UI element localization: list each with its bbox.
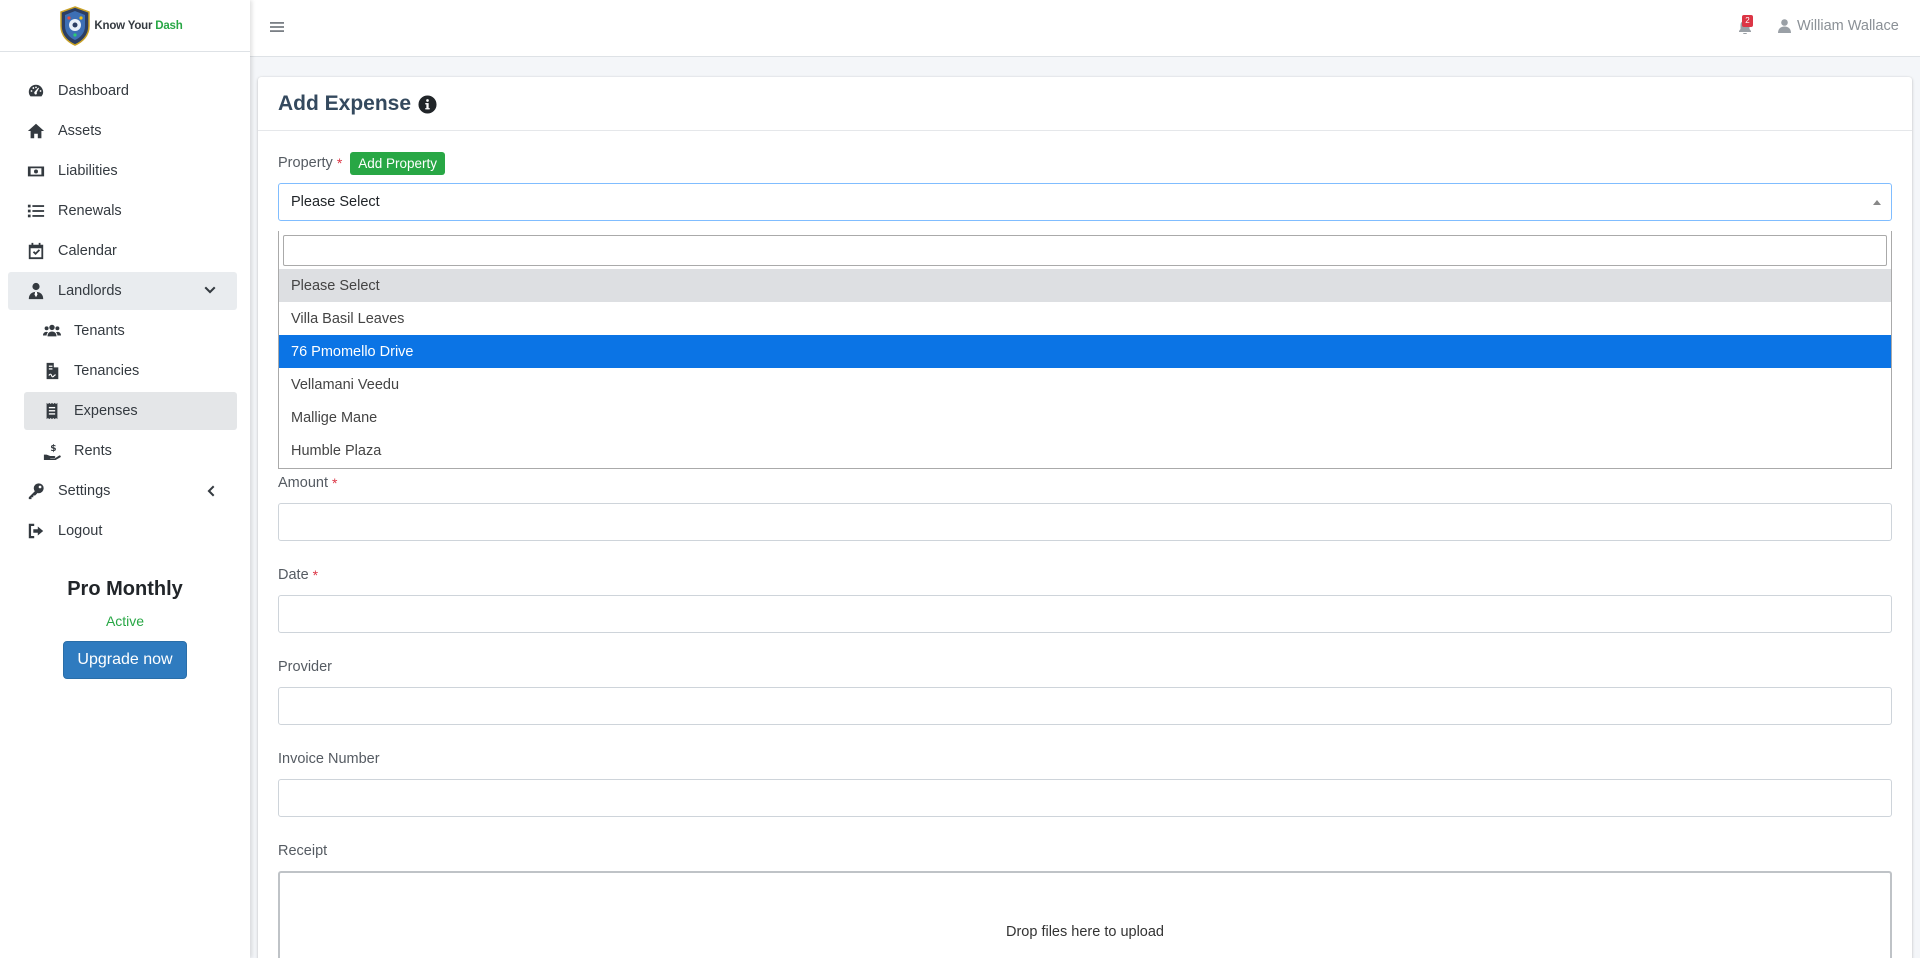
sidebar-item-label: Calendar	[58, 243, 117, 259]
amount-label: Amount	[278, 475, 328, 491]
notification-badge: 2	[1742, 15, 1753, 27]
date-label: Date	[278, 567, 309, 583]
sidebar-item-liabilities[interactable]: Liabilities	[8, 152, 237, 190]
required-mark: *	[336, 155, 343, 171]
sidebar-item-label: Liabilities	[58, 163, 118, 179]
user-name: William Wallace	[1797, 18, 1899, 34]
amount-group: Amount *	[278, 471, 1892, 541]
sidebar-item-rents[interactable]: $ Rents	[24, 432, 237, 470]
shield-logo-icon	[59, 5, 91, 46]
date-input[interactable]	[278, 595, 1892, 633]
svg-text:$: $	[50, 444, 56, 454]
money-bill-icon	[26, 161, 46, 181]
dropzone-text: Drop files here to upload	[1006, 924, 1164, 940]
sidebar-item-calendar[interactable]: Calendar	[8, 232, 237, 270]
dropdown-option[interactable]: Please Select	[279, 269, 1891, 302]
invoice-number-label: Invoice Number	[278, 751, 380, 767]
dropdown-search-input[interactable]	[283, 235, 1887, 266]
expense-form: Property * Add Property Please Select Am…	[258, 131, 1912, 958]
user-icon	[1778, 19, 1791, 33]
property-selected-value: Please Select	[291, 194, 380, 210]
hamburger-menu-icon[interactable]	[270, 20, 284, 34]
hand-holding-dollar-icon: $	[42, 441, 62, 461]
list-icon	[26, 201, 46, 221]
receipt-label: Receipt	[278, 843, 328, 859]
brand-name: Know Your Dash	[94, 19, 183, 32]
sidebar-item-label: Settings	[58, 483, 111, 499]
dashboard-icon	[26, 81, 46, 101]
sidebar-item-label: Landlords	[58, 283, 122, 299]
dropdown-option[interactable]: 76 Pmomello Drive	[279, 335, 1891, 368]
brand[interactable]: Know Your Dash	[0, 0, 250, 52]
calendar-check-icon	[26, 241, 46, 261]
upgrade-button[interactable]: Upgrade now	[63, 641, 187, 679]
property-dropdown: Please Select Villa Basil Leaves 76 Pmom…	[278, 231, 1892, 469]
sidebar-item-tenancies[interactable]: Tenancies	[24, 352, 237, 390]
receipt-group: Receipt Drop files here to upload	[278, 839, 1892, 958]
provider-group: Provider	[278, 655, 1892, 725]
caret-up-icon	[1873, 200, 1881, 205]
sidebar-item-assets[interactable]: Assets	[8, 112, 237, 150]
plan-status: Active	[105, 613, 145, 629]
sidebar-item-logout[interactable]: Logout	[8, 512, 237, 550]
sidebar-nav: Dashboard Assets Liabilities Renewals Ca…	[0, 52, 250, 550]
sidebar-item-label: Assets	[58, 123, 102, 139]
receipt-dropzone[interactable]: Drop files here to upload	[278, 871, 1892, 958]
amount-input[interactable]	[278, 503, 1892, 541]
sidebar-item-label: Renewals	[58, 203, 122, 219]
dropdown-option[interactable]: Vellamani Veedu	[279, 368, 1891, 401]
provider-input[interactable]	[278, 687, 1892, 725]
topbar: 2 William Wallace	[250, 0, 1920, 57]
provider-label: Provider	[278, 659, 332, 675]
user-menu[interactable]: William Wallace	[1778, 18, 1899, 34]
receipt-icon	[42, 401, 62, 421]
property-label: Property	[278, 155, 333, 171]
chevron-left-icon	[203, 484, 217, 498]
invoice-number-input[interactable]	[278, 779, 1892, 817]
property-select[interactable]: Please Select	[278, 183, 1892, 221]
home-icon	[26, 121, 46, 141]
property-group: Property * Add Property Please Select	[278, 151, 1892, 221]
sidebar-item-landlords[interactable]: Landlords	[8, 272, 237, 310]
required-mark: *	[312, 567, 319, 583]
sidebar-item-label: Rents	[74, 443, 112, 459]
sidebar-item-dashboard[interactable]: Dashboard	[8, 72, 237, 110]
sidebar-item-label: Logout	[58, 523, 103, 539]
add-property-button[interactable]: Add Property	[350, 151, 446, 175]
sidebar-item-label: Tenancies	[74, 363, 140, 379]
plan-panel: Pro Monthly Active Upgrade now	[0, 578, 250, 679]
add-expense-card: Add Expense Property * Add Property Plea…	[258, 77, 1912, 958]
sidebar: Know Your Dash Dashboard Assets Liabilit…	[0, 0, 250, 958]
date-group: Date *	[278, 563, 1892, 633]
dropdown-option[interactable]: Villa Basil Leaves	[279, 302, 1891, 335]
file-contract-icon	[42, 361, 62, 381]
key-icon	[26, 481, 46, 501]
chevron-down-icon	[203, 284, 217, 298]
invoice-group: Invoice Number	[278, 747, 1892, 817]
dropdown-option[interactable]: Mallige Mane	[279, 401, 1891, 434]
users-icon	[42, 321, 62, 341]
info-circle-icon[interactable]	[418, 93, 437, 114]
page-title: Add Expense	[278, 91, 412, 115]
sidebar-item-label: Expenses	[74, 403, 138, 419]
user-tie-icon	[26, 281, 46, 301]
sidebar-item-settings[interactable]: Settings	[8, 472, 237, 510]
sidebar-item-renewals[interactable]: Renewals	[8, 192, 237, 230]
sign-out-icon	[26, 521, 46, 541]
card-header: Add Expense	[258, 77, 1912, 131]
dropdown-option[interactable]: Humble Plaza	[279, 434, 1891, 467]
sidebar-item-label: Tenants	[74, 323, 125, 339]
sidebar-item-expenses[interactable]: Expenses	[24, 392, 237, 430]
required-mark: *	[331, 475, 338, 491]
plan-name: Pro Monthly	[67, 578, 183, 600]
sidebar-item-label: Dashboard	[58, 83, 129, 99]
sidebar-item-tenants[interactable]: Tenants	[24, 312, 237, 350]
